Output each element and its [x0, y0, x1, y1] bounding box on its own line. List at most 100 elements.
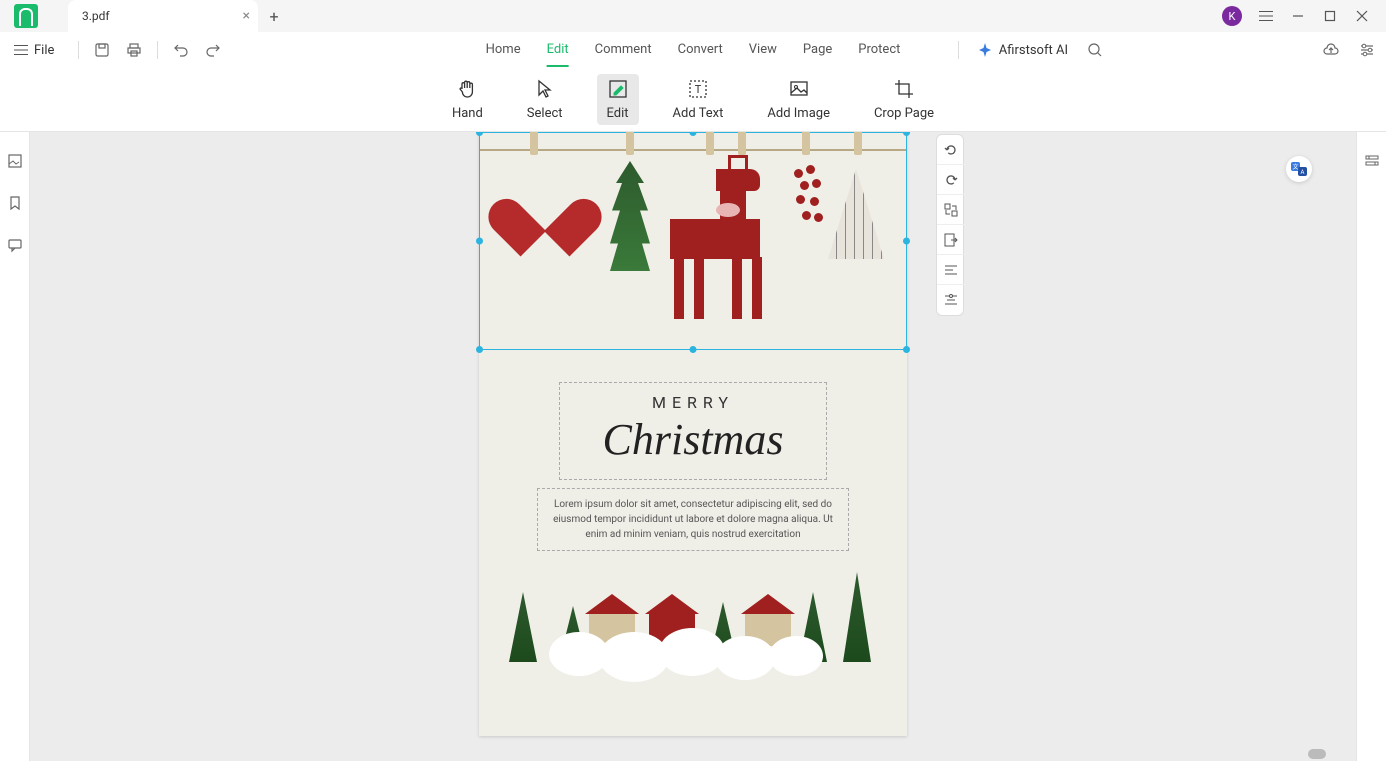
tab-strip: 3.pdf × +: [68, 0, 290, 32]
moose-ornament: [660, 169, 770, 319]
menubar: File Home Edit Comment Convert View Page…: [0, 32, 1386, 68]
christmas-text: Christmas: [560, 414, 826, 465]
menu-home[interactable]: Home: [486, 34, 521, 67]
merry-text: MERRY: [560, 393, 826, 412]
heart-ornament: [510, 175, 580, 245]
hamburger-icon: [14, 45, 28, 55]
crop-image-icon[interactable]: [937, 285, 965, 315]
resize-handle[interactable]: [476, 346, 483, 353]
resize-handle[interactable]: [690, 346, 697, 353]
separator: [958, 41, 959, 59]
document-page[interactable]: MERRY Christmas Lorem ipsum dolor sit am…: [479, 132, 907, 736]
print-icon[interactable]: [125, 41, 143, 59]
app-menu-icon[interactable]: [1258, 8, 1274, 24]
resize-handle[interactable]: [903, 346, 910, 353]
image-icon: [788, 78, 810, 100]
svg-text:文: 文: [1292, 163, 1298, 171]
save-icon[interactable]: [93, 41, 111, 59]
tool-label: Add Image: [767, 106, 830, 121]
search-icon[interactable]: [1086, 41, 1104, 59]
new-tab-button[interactable]: +: [258, 0, 290, 32]
tool-label: Add Text: [673, 106, 724, 121]
menu-comment[interactable]: Comment: [595, 34, 652, 67]
tab-close-icon[interactable]: ×: [243, 8, 250, 24]
clothespin: [530, 132, 538, 155]
translate-badge[interactable]: 文A: [1286, 156, 1312, 182]
cloud-icon[interactable]: [1322, 41, 1340, 59]
resize-handle[interactable]: [903, 132, 910, 136]
user-avatar[interactable]: K: [1222, 6, 1242, 26]
right-panel: [1356, 132, 1386, 761]
rotate-left-icon[interactable]: [937, 135, 965, 165]
resize-handle[interactable]: [690, 132, 697, 136]
menu-convert[interactable]: Convert: [678, 34, 723, 67]
replace-image-icon[interactable]: [937, 195, 965, 225]
settings-lines-icon[interactable]: [1358, 41, 1376, 59]
cursor-icon: [534, 78, 556, 100]
rotate-right-icon[interactable]: [937, 165, 965, 195]
extract-image-icon[interactable]: [937, 225, 965, 255]
left-panel: [0, 132, 30, 761]
document-tab[interactable]: 3.pdf ×: [68, 0, 258, 32]
tool-label: Edit: [607, 106, 629, 121]
svg-text:A: A: [1301, 169, 1305, 176]
undo-icon[interactable]: [172, 41, 190, 59]
tab-title: 3.pdf: [82, 9, 110, 23]
berries-ornament: [790, 161, 826, 251]
body-text-box[interactable]: Lorem ipsum dolor sit amet, consectetur …: [537, 488, 849, 551]
redo-icon[interactable]: [204, 41, 222, 59]
menu-right: Afirstsoft AI: [958, 41, 1376, 59]
comments-icon[interactable]: [6, 236, 24, 254]
resize-handle[interactable]: [476, 132, 483, 136]
properties-icon[interactable]: [1363, 152, 1381, 170]
selected-image[interactable]: [479, 132, 907, 350]
hand-icon: [456, 78, 478, 100]
tool-crop-page[interactable]: Crop Page: [864, 74, 944, 125]
clothespin: [626, 132, 634, 155]
text-icon: T: [687, 78, 709, 100]
separator: [157, 41, 158, 59]
tool-label: Select: [527, 106, 563, 121]
tool-label: Hand: [452, 106, 483, 121]
file-menu-button[interactable]: File: [14, 43, 54, 58]
bottom-scene-image[interactable]: [499, 556, 887, 676]
resize-handle[interactable]: [476, 238, 483, 245]
clothespin: [706, 132, 714, 155]
birch-tree-ornament: [828, 169, 884, 259]
crop-icon: [893, 78, 915, 100]
window-controls: K: [1222, 0, 1386, 32]
menu-page[interactable]: Page: [803, 34, 832, 67]
title-text-box[interactable]: MERRY Christmas: [559, 382, 827, 480]
edit-toolbar: Hand Select Edit T Add Text Add Image Cr…: [0, 68, 1386, 132]
clothespin: [738, 132, 746, 155]
bookmarks-icon[interactable]: [6, 194, 24, 212]
close-icon[interactable]: [1354, 8, 1370, 24]
minimize-icon[interactable]: [1290, 8, 1306, 24]
thumbnails-icon[interactable]: [6, 152, 24, 170]
horizontal-scrollbar-thumb[interactable]: [1308, 749, 1326, 759]
tool-select[interactable]: Select: [517, 74, 573, 125]
svg-text:T: T: [695, 83, 702, 96]
tool-edit[interactable]: Edit: [597, 74, 639, 125]
file-label: File: [34, 43, 54, 58]
titlebar: 3.pdf × + K: [0, 0, 1386, 32]
pine-branch: [610, 161, 650, 271]
tool-hand[interactable]: Hand: [442, 74, 493, 125]
canvas[interactable]: MERRY Christmas Lorem ipsum dolor sit am…: [30, 132, 1356, 761]
body-text: Lorem ipsum dolor sit amet, consectetur …: [553, 499, 833, 540]
main-menu: Home Edit Comment Convert View Page Prot…: [486, 34, 901, 67]
menu-edit[interactable]: Edit: [547, 34, 569, 67]
tool-add-text[interactable]: T Add Text: [663, 74, 734, 125]
clothespin: [802, 132, 810, 155]
workspace: MERRY Christmas Lorem ipsum dolor sit am…: [0, 132, 1386, 761]
tool-add-image[interactable]: Add Image: [757, 74, 840, 125]
menu-view[interactable]: View: [749, 34, 777, 67]
maximize-icon[interactable]: [1322, 8, 1338, 24]
resize-handle[interactable]: [903, 238, 910, 245]
pencil-box-icon: [607, 78, 629, 100]
tool-label: Crop Page: [874, 106, 934, 121]
menu-protect[interactable]: Protect: [858, 34, 900, 67]
ai-button[interactable]: Afirstsoft AI: [977, 42, 1068, 58]
align-icon[interactable]: [937, 255, 965, 285]
clothespin: [854, 132, 862, 155]
